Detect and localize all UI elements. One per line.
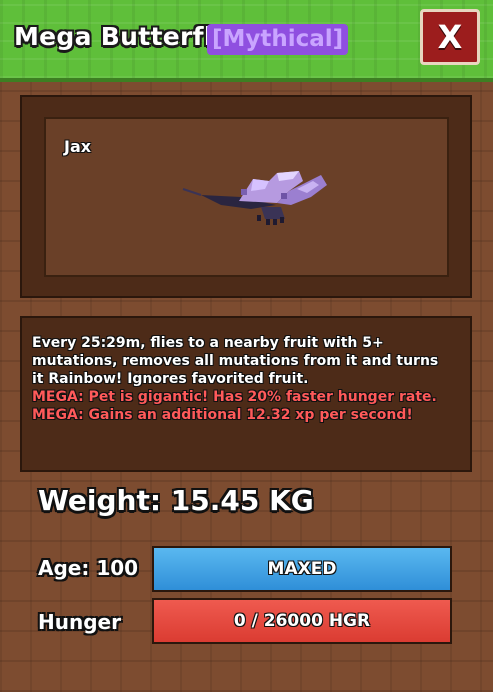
mega-bonus-line: MEGA: Pet is gigantic! Has 20% faster hu… [32, 389, 437, 405]
ability-description: Every 25:29m, flies to a nearby fruit wi… [20, 316, 472, 472]
age-label: Age: 100 [38, 556, 139, 580]
owner-name: Jax [64, 137, 92, 156]
close-button[interactable]: X [420, 9, 480, 65]
age-bar-text: MAXED [267, 559, 337, 579]
mega-butterfly-icon [182, 171, 327, 225]
hunger-progress-bar: 0 / 26000 HGR [152, 598, 452, 644]
hunger-label: Hunger [38, 610, 121, 634]
pet-preview-frame: Jax [20, 95, 472, 298]
description-line: mutations, removes all mutations from it… [32, 353, 439, 369]
rarity-badge: [Mythical] [207, 24, 349, 55]
hunger-bar-text: 0 / 26000 HGR [233, 611, 371, 631]
pet-preview-viewport: Jax [44, 117, 449, 277]
age-progress-bar: MAXED [152, 546, 452, 592]
pet-name-title: Mega Butterfly [14, 22, 230, 51]
mega-bonus-line: MEGA: Gains an additional 12.32 xp per s… [32, 407, 413, 423]
description-line: Every 25:29m, flies to a nearby fruit wi… [32, 335, 384, 351]
title-bar: Mega Butterfly [Mythical] X [0, 0, 493, 82]
description-line: it Rainbow! Ignores favorited fruit. [32, 371, 309, 387]
weight-label: Weight: 15.45 KG [38, 484, 314, 517]
